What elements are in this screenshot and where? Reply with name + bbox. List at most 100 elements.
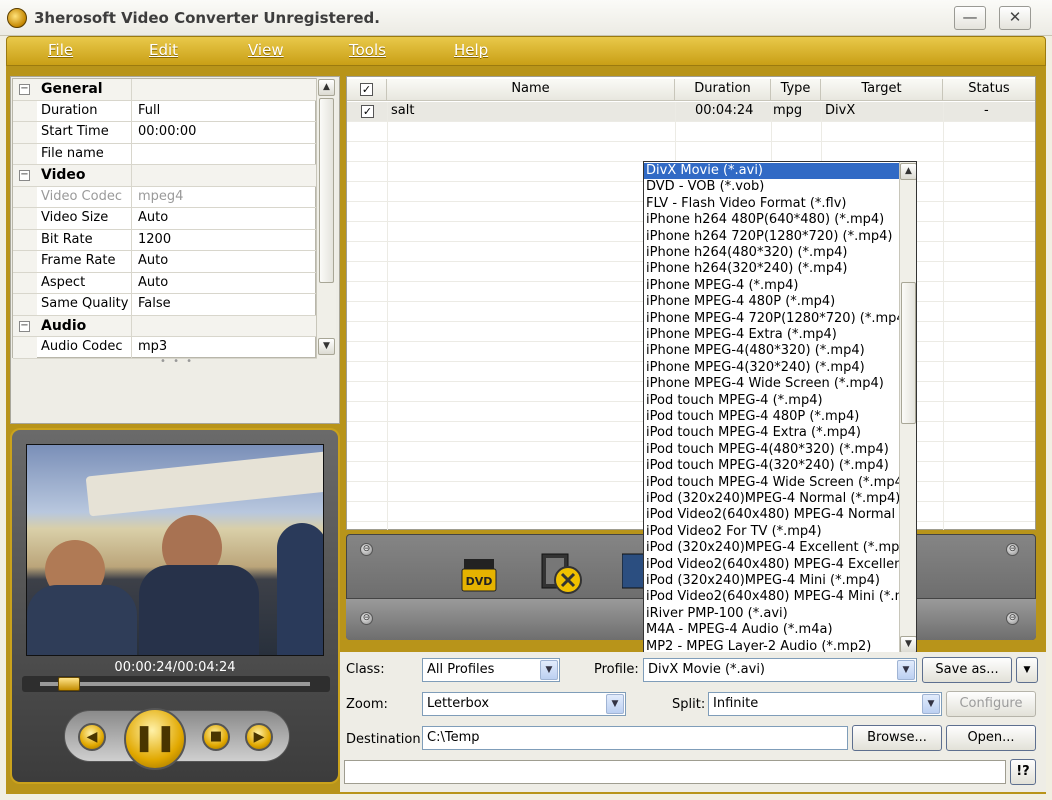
profile-option[interactable]: iPhone MPEG-4 480P (*.mp4)	[644, 294, 900, 310]
help-button[interactable]: !?	[1010, 759, 1036, 785]
collapse-icon[interactable]: −	[19, 84, 30, 95]
header-type[interactable]: Type	[771, 79, 821, 101]
menu-file[interactable]: File	[48, 41, 73, 59]
profile-option[interactable]: iPod Video2(640x480) MPEG-4 Normal (*	[644, 507, 900, 523]
header-name[interactable]: Name	[387, 79, 675, 101]
dvd-icon[interactable]: DVD	[460, 555, 498, 593]
profile-option[interactable]: iPod touch MPEG-4 (*.mp4)	[644, 393, 900, 409]
open-button[interactable]: Open...	[946, 725, 1036, 751]
profile-option[interactable]: iPhone h264(480*320) (*.mp4)	[644, 245, 900, 261]
profile-option[interactable]: iPhone MPEG-4 720P(1280*720) (*.mp4)	[644, 311, 900, 327]
property-category[interactable]: − Audio	[13, 315, 317, 337]
class-select[interactable]: All Profiles ▼	[422, 658, 560, 682]
save-as-button[interactable]: Save as...	[922, 657, 1012, 683]
profile-option[interactable]: M4A - MPEG-4 Audio (*.m4a)	[644, 622, 900, 638]
menu-help[interactable]: Help	[454, 41, 488, 59]
chevron-down-icon[interactable]: ▼	[540, 660, 558, 680]
minimize-button[interactable]: —	[954, 6, 986, 30]
save-as-dropdown-icon[interactable]: ▼	[1016, 657, 1038, 683]
property-value[interactable]: Auto	[131, 208, 317, 229]
profile-option[interactable]: iPod Video2 For TV (*.mp4)	[644, 524, 900, 540]
profile-option[interactable]: iPhone MPEG-4(320*240) (*.mp4)	[644, 360, 900, 376]
property-row[interactable]: Video Codec mpeg4	[13, 186, 317, 208]
property-row[interactable]: Frame Rate Auto	[13, 251, 317, 273]
profile-option[interactable]: iPod touch MPEG-4 Wide Screen (*.mp4)	[644, 475, 900, 491]
header-target[interactable]: Target	[821, 79, 943, 101]
property-scrollbar[interactable]: ▲ ▼	[316, 78, 336, 358]
seek-thumb[interactable]	[58, 677, 81, 691]
profile-option[interactable]: iPod (320x240)MPEG-4 Mini (*.mp4)	[644, 573, 900, 589]
remove-file-icon[interactable]	[540, 552, 582, 594]
forward-icon[interactable]: ▶	[245, 723, 273, 751]
split-select[interactable]: Infinite ▼	[708, 692, 942, 716]
profile-option[interactable]: iPod touch MPEG-4 480P (*.mp4)	[644, 409, 900, 425]
table-row[interactable]: ✓ salt 00:04:24 mpg DivX -	[347, 102, 1035, 121]
profile-option[interactable]: iPhone MPEG-4 Extra (*.mp4)	[644, 327, 900, 343]
property-value[interactable]: 00:00:00	[131, 122, 317, 143]
profile-option[interactable]: iPod (320x240)MPEG-4 Excellent (*.mp4)	[644, 540, 900, 556]
property-value[interactable]: 1200	[131, 229, 317, 250]
profile-option[interactable]: DivX Movie (*.avi)	[644, 163, 900, 180]
property-row[interactable]: Video Size Auto	[13, 208, 317, 230]
property-value[interactable]: mp3	[131, 337, 317, 358]
configure-button[interactable]: Configure	[946, 691, 1036, 717]
dropdown-scrollbar[interactable]: ▲ ▼	[899, 162, 916, 655]
chevron-down-icon[interactable]: ▼	[606, 694, 624, 714]
property-row[interactable]: File name	[13, 143, 317, 165]
close-button[interactable]: ✕	[999, 6, 1031, 30]
chevron-down-icon[interactable]: ▼	[897, 660, 915, 680]
select-all-checkbox[interactable]: ✓	[360, 83, 373, 96]
dropdown-scroll-down-icon[interactable]: ▼	[900, 636, 916, 653]
profile-select[interactable]: DivX Movie (*.avi) ▼	[643, 658, 917, 682]
profile-option[interactable]: iPhone MPEG-4 Wide Screen (*.mp4)	[644, 376, 900, 392]
seek-track[interactable]	[40, 682, 310, 686]
header-select-all[interactable]: ✓	[347, 79, 387, 101]
profile-option[interactable]: iPhone MPEG-4(480*320) (*.mp4)	[644, 343, 900, 359]
profile-option[interactable]: FLV - Flash Video Format (*.flv)	[644, 196, 900, 212]
splitter-grip-icon[interactable]: • • •	[160, 356, 194, 367]
profile-option[interactable]: iPhone h264 720P(1280*720) (*.mp4)	[644, 229, 900, 245]
property-row[interactable]: Start Time 00:00:00	[13, 122, 317, 144]
collapse-icon[interactable]: −	[19, 170, 30, 181]
scroll-thumb[interactable]	[319, 98, 334, 283]
profile-option[interactable]: iPod (320x240)MPEG-4 Normal (*.mp4)	[644, 491, 900, 507]
property-category[interactable]: − General	[13, 79, 317, 101]
property-row[interactable]: Duration Full	[13, 100, 317, 122]
header-status[interactable]: Status	[943, 79, 1035, 101]
property-category[interactable]: − Video	[13, 165, 317, 187]
profile-option[interactable]: iPhone h264 480P(640*480) (*.mp4)	[644, 212, 900, 228]
collapse-icon[interactable]: −	[19, 320, 30, 332]
chevron-down-icon[interactable]: ▼	[922, 694, 940, 714]
scroll-down-icon[interactable]: ▼	[318, 338, 335, 355]
property-row[interactable]: Same Quality False	[13, 294, 317, 316]
destination-field[interactable]: C:\Temp	[422, 726, 848, 750]
profile-option[interactable]: iRiver PMP-100 (*.avi)	[644, 606, 900, 622]
row-checkbox[interactable]: ✓	[361, 105, 374, 118]
zoom-select[interactable]: Letterbox ▼	[422, 692, 626, 716]
rewind-icon[interactable]: ◀	[78, 723, 106, 751]
dropdown-scroll-up-icon[interactable]: ▲	[900, 163, 916, 180]
stop-icon[interactable]: ■	[202, 723, 230, 751]
menu-view[interactable]: View	[248, 41, 284, 59]
profile-option[interactable]: iPod touch MPEG-4 Extra (*.mp4)	[644, 425, 900, 441]
property-value[interactable]: False	[131, 294, 317, 315]
property-value[interactable]: Full	[131, 100, 317, 121]
dropdown-scroll-thumb[interactable]	[901, 282, 916, 424]
property-row[interactable]: Aspect Auto	[13, 272, 317, 294]
property-value[interactable]: Auto	[131, 251, 317, 272]
property-value[interactable]	[131, 143, 317, 164]
menu-edit[interactable]: Edit	[149, 41, 178, 59]
pause-icon[interactable]: ❚❚	[124, 708, 186, 770]
menu-tools[interactable]: Tools	[349, 41, 386, 59]
profile-option[interactable]: iPod touch MPEG-4(480*320) (*.mp4)	[644, 442, 900, 458]
profile-option[interactable]: iPod Video2(640x480) MPEG-4 Mini (*.mp	[644, 589, 900, 605]
profile-option[interactable]: iPhone h264(320*240) (*.mp4)	[644, 261, 900, 277]
profile-option[interactable]: DVD - VOB (*.vob)	[644, 179, 900, 195]
profile-option[interactable]: iPhone MPEG-4 (*.mp4)	[644, 278, 900, 294]
header-duration[interactable]: Duration	[675, 79, 771, 101]
browse-button[interactable]: Browse...	[852, 725, 942, 751]
scroll-up-icon[interactable]: ▲	[318, 79, 335, 96]
profile-option[interactable]: iPod touch MPEG-4(320*240) (*.mp4)	[644, 458, 900, 474]
profile-dropdown-list[interactable]: DivX Movie (*.avi) DVD - VOB (*.vob) FLV -…	[643, 161, 917, 656]
profile-option[interactable]: iPod Video2(640x480) MPEG-4 Excellent	[644, 557, 900, 573]
